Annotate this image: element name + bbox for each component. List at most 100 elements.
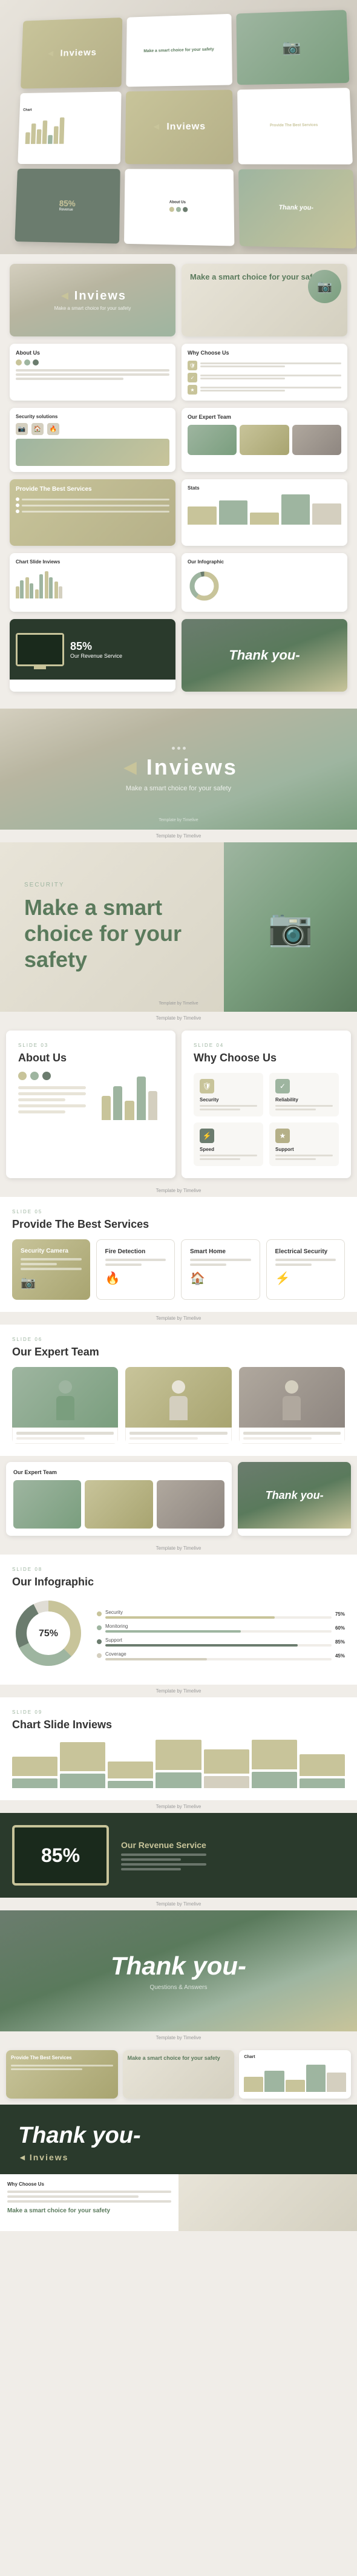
chart-title-small: Chart Slide Inviews	[16, 559, 169, 565]
cover-logo: ◄Inviews	[59, 289, 126, 303]
lb-smart-text: Make a smart choice for your safety	[7, 2207, 171, 2214]
slide-preview-grid: ◄Inviews Make a smart choice for your sa…	[0, 254, 357, 709]
team-photo-3	[292, 425, 341, 455]
donut-chart-large: 75%	[12, 1597, 85, 1673]
lb-why-title: Why Choose Us	[7, 2181, 171, 2187]
arrow-icon-2: ◄	[151, 122, 162, 132]
large-thankyou-inner: Thank you- Questions & Answers	[0, 1910, 357, 2031]
infographic-main-title: Our Infographic	[12, 1576, 345, 1588]
slide-row-6: 85% Our Revenue Service Thank you-	[10, 619, 347, 692]
team-grid	[12, 1367, 345, 1444]
stats-list: Security 75% Monitoring	[97, 1610, 345, 1660]
template-label-1: Template by Timelive	[0, 830, 357, 842]
cover-footer: Template by Timelive	[159, 818, 198, 822]
camera-icon: 📷	[282, 39, 301, 56]
provide-card-camera: Security Camera 📷	[12, 1239, 90, 1300]
large-provide-slide: Slide 05 Provide The Best Services Secur…	[0, 1197, 357, 1312]
fire-sec-icon: 🔥	[47, 423, 59, 435]
why-card-4: ★ Support	[269, 1122, 339, 1166]
provide-main-title: Provide The Best Services	[12, 1218, 345, 1231]
shield-icon-large: 🛡	[200, 1079, 214, 1093]
bottom-chart-card[interactable]: Chart	[239, 2050, 351, 2099]
why-items: 🛡 ✓ ★	[188, 361, 341, 395]
thankyou-card-row[interactable]: Thank you-	[238, 1462, 351, 1536]
slide-row-1: ◄Inviews Make a smart choice for your sa…	[10, 264, 347, 336]
about-title-small: About Us	[16, 350, 169, 356]
large-smart-bg: Security Make a smart choice for your sa…	[0, 842, 357, 1012]
team-photo-2	[240, 425, 289, 455]
bottom-grid: Provide The Best Services Make a smart c…	[6, 2050, 351, 2099]
camera-icon-large: 📷	[268, 906, 313, 949]
last-bottom-section: Why Choose Us Make a smart choice for yo…	[0, 2174, 357, 2231]
team-photo-large-card[interactable]: Our Expert Team	[6, 1462, 232, 1536]
slide-card-cover[interactable]: ◄Inviews Make a smart choice for your sa…	[10, 264, 175, 336]
mosaic-card-thankyou: Thank you-	[238, 169, 356, 248]
team-photos-row	[13, 1480, 224, 1529]
team-photos-small	[188, 425, 341, 455]
person-silhouette-1	[53, 1380, 77, 1423]
mosaic-card-provide: Provide The Best Services	[237, 88, 353, 164]
cover-dots	[172, 747, 186, 750]
provide-card-title-2: Fire Detection	[105, 1248, 166, 1255]
stat-color-2	[97, 1625, 102, 1630]
team-card-1	[12, 1367, 118, 1444]
large-team-slide: Slide 06 Our Expert Team	[0, 1325, 357, 1456]
smart-text: Make a smart choice for your safety	[141, 45, 216, 57]
fire-provide-icon: 🔥	[105, 1271, 166, 1286]
slide-card-provide-small[interactable]: Provide The Best Services	[10, 479, 175, 546]
cover-tagline: Make a smart choice for your safety	[54, 306, 131, 311]
slide-card-monitor-small[interactable]: 85% Our Revenue Service	[10, 619, 175, 692]
large-thankyou-text: Thank you-	[111, 1952, 246, 1981]
security-icons: 📷 🏠 🔥	[16, 423, 169, 435]
support-icon-large: ★	[275, 1129, 290, 1143]
slide-card-team-small[interactable]: Our Expert Team	[182, 408, 347, 472]
monitor-shape-large: 85%	[12, 1825, 109, 1886]
why-item-2: ✓	[188, 373, 341, 382]
provide-card-title-4: Electrical Security	[275, 1248, 336, 1255]
slide-card-security-small[interactable]: Security solutions 📷 🏠 🔥	[10, 408, 175, 472]
lb-left-panel: Why Choose Us Make a smart choice for yo…	[0, 2174, 178, 2231]
monitor-title-small: Our Revenue Service	[70, 653, 122, 659]
large-about-card[interactable]: Slide 03 About Us	[6, 1031, 175, 1178]
slide-card-about-small[interactable]: About Us	[10, 344, 175, 401]
template-label-5: Template by Timelive	[0, 1542, 357, 1555]
slide-card-infographic-small[interactable]: Our Infographic	[182, 553, 347, 612]
template-label-2: Template by Timelive	[0, 1012, 357, 1024]
large-monitor-slide: 85% Our Revenue Service	[0, 1813, 357, 1898]
star-icon: ★	[188, 385, 197, 395]
why-main-title: Why Choose Us	[194, 1052, 339, 1064]
final-logo: ◄Inviews	[18, 2152, 141, 2162]
home-sec-icon: 🏠	[31, 423, 44, 435]
large-cover-bg: ◄Inviews Make a smart choice for your sa…	[0, 709, 357, 830]
security-photo	[16, 439, 169, 466]
mosaic-card-chart: Chart	[18, 92, 121, 164]
check-icon: ✓	[188, 373, 197, 382]
slide-card-thankyou-small[interactable]: Thank you-	[182, 619, 347, 692]
large-infographic-slide: Slide 08 Our Infographic 75% Security	[0, 1555, 357, 1685]
bottom-smart-card[interactable]: Make a smart choice for your safety	[123, 2050, 235, 2099]
hero-mosaic: ◄ Inviews Make a smart choice for your s…	[0, 0, 357, 254]
about-main-title: About Us	[18, 1052, 163, 1064]
about-dots	[16, 359, 169, 365]
team-thankyou-row: Our Expert Team Thank you-	[0, 1456, 357, 1542]
template-label-4: Template by Timelive	[0, 1312, 357, 1325]
large-monitor-inner: 85% Our Revenue Service	[0, 1813, 357, 1898]
lb-right-panel	[178, 2174, 357, 2231]
slide-card-stats-small[interactable]: Stats	[182, 479, 347, 546]
slide-card-chart-small[interactable]: Chart Slide Inviews	[10, 553, 175, 612]
info-title-small: Our Infographic	[188, 559, 341, 565]
slide-card-smart-small[interactable]: Make a smart choice for your safety 📷	[182, 264, 347, 336]
brand-logo-2: ◄ Inviews	[151, 122, 206, 133]
stat-color-4	[97, 1653, 102, 1658]
mosaic-card-brand-1: ◄ Inviews	[21, 18, 122, 89]
camera-sec-icon: 📷	[16, 423, 28, 435]
brand-logo-text-2: Inviews	[166, 122, 206, 132]
provide-cards: Security Camera 📷 Fire Detection 🔥 Smart…	[12, 1239, 345, 1300]
bottom-provide-card[interactable]: Provide The Best Services	[6, 2050, 118, 2099]
speed-icon-large: ⚡	[200, 1129, 214, 1143]
slide-card-why-small[interactable]: Why Choose Us 🛡 ✓	[182, 344, 347, 401]
big-dot-gold	[18, 1072, 27, 1080]
large-infographic-inner: Slide 08 Our Infographic 75% Security	[0, 1555, 357, 1685]
smart-photo-circle: 📷	[308, 270, 341, 303]
large-why-card[interactable]: Slide 04 Why Choose Us 🛡 Security ✓ Reli…	[182, 1031, 351, 1178]
